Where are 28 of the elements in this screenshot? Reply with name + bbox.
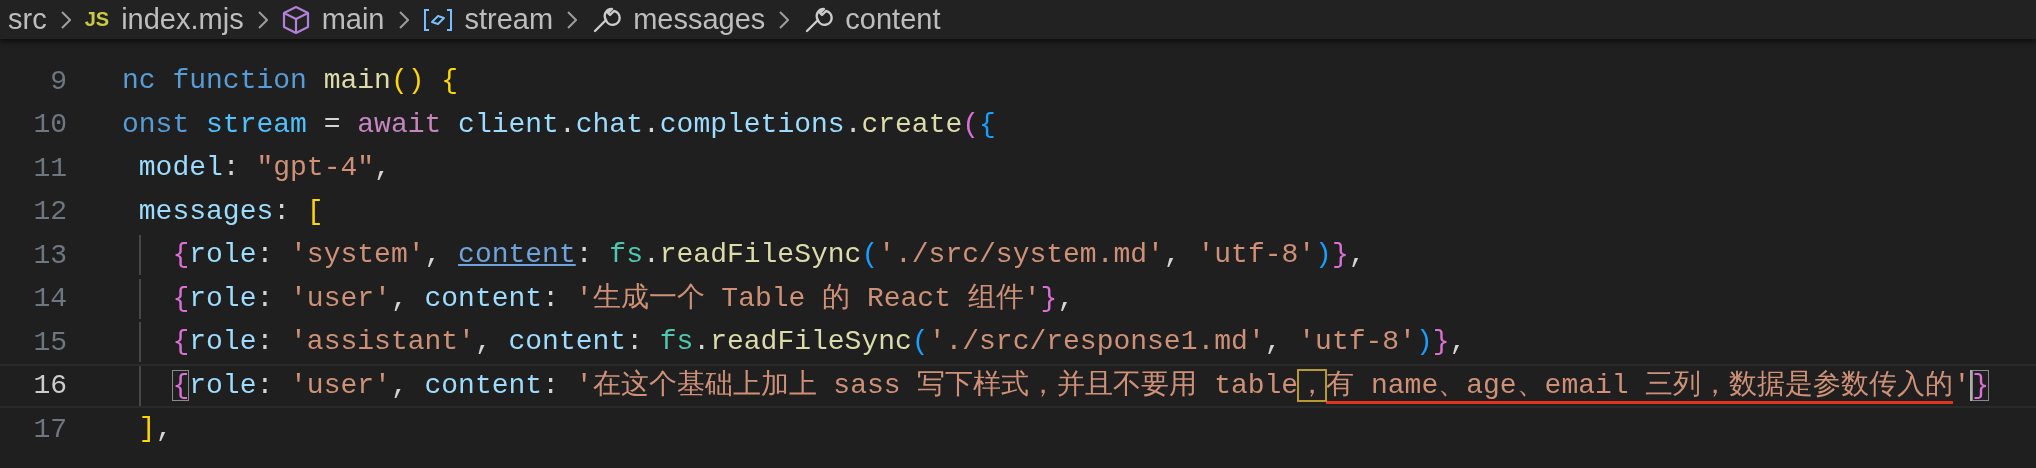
code-line: ], (137, 412, 173, 447)
chevron-icon (398, 10, 409, 29)
cube-icon (281, 4, 310, 35)
code-line: onst stream = await client.chat.completions.create({ (122, 107, 996, 142)
breadcrumb-item[interactable]: src (8, 0, 47, 39)
breadcrumb-item[interactable]: content (803, 0, 941, 39)
line-number: 14 (32, 283, 67, 315)
line-number: 15 (32, 326, 67, 358)
chevron-icon (257, 10, 268, 29)
chevron-icon (779, 10, 790, 29)
line-number: 17 (32, 413, 67, 445)
code-line: nc function main() { (122, 64, 459, 99)
breadcrumb-item[interactable]: main (281, 0, 385, 39)
chevron-icon (60, 10, 71, 29)
chevron-icon (567, 10, 578, 29)
line-number: 12 (32, 196, 67, 228)
breadcrumb-item[interactable]: JS index.mjs (84, 0, 244, 39)
file-type-label: JS (84, 7, 110, 32)
variable-icon (422, 7, 453, 32)
code-line: model: "gpt-4", (137, 151, 391, 186)
code-line: messages: [ (137, 194, 324, 229)
line-number: 16 (32, 370, 67, 402)
breadcrumb-item[interactable]: messages (591, 0, 766, 39)
line-number: 9 (49, 65, 67, 97)
line-number: 13 (32, 239, 67, 271)
line-number: 10 (32, 109, 67, 141)
line-number: 11 (32, 152, 67, 184)
breadcrumb-item[interactable]: stream (422, 0, 554, 39)
